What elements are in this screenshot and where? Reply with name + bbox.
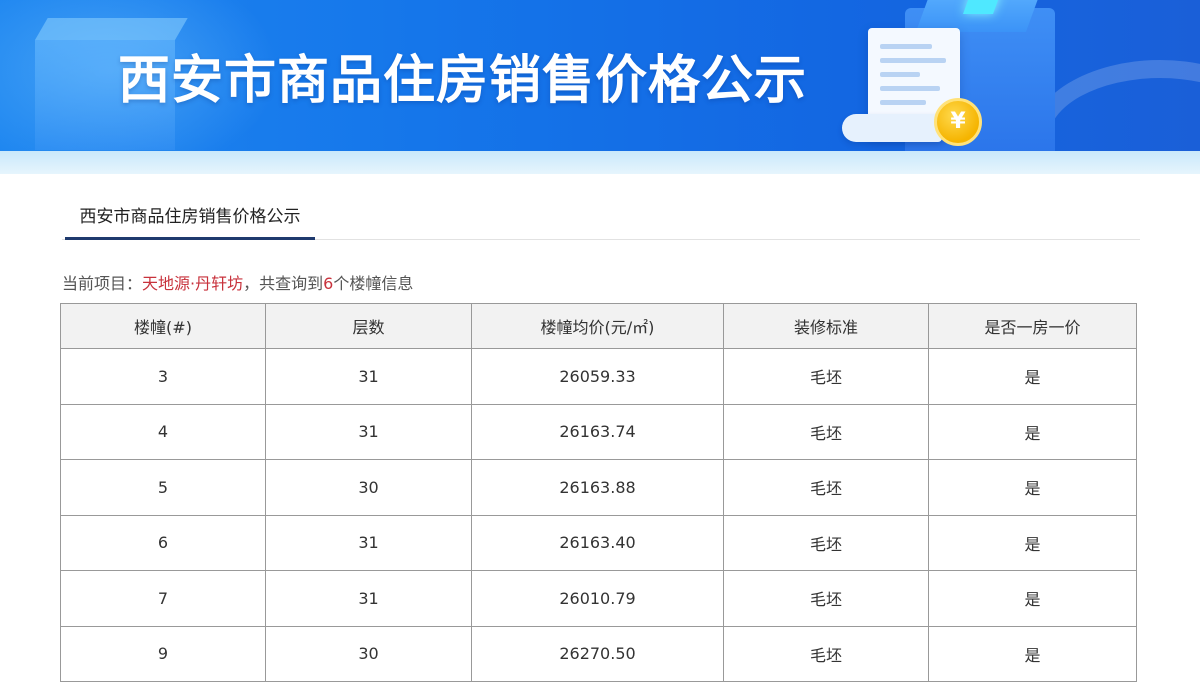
table-row: 7 31 26010.79 毛坯 是 <box>60 570 1137 627</box>
banner-cube-top <box>35 18 188 40</box>
table-row: 4 31 26163.74 毛坯 是 <box>60 403 1137 460</box>
summary-prefix: 当前项目： <box>62 274 143 293</box>
tab-bar: 西安市商品住房销售价格公示 <box>62 196 1140 240</box>
cell-avg-price: 26163.74 <box>471 403 724 460</box>
table-row: 6 31 26163.40 毛坯 是 <box>60 514 1137 571</box>
project-name: 天地源·丹轩坊 <box>142 274 244 293</box>
column-header-avg-price: 楼幢均价(元/㎡) <box>471 303 724 349</box>
cell-floors: 31 <box>265 403 472 460</box>
yuan-coin-icon: ¥ <box>934 98 982 146</box>
cell-one-price: 是 <box>928 348 1137 405</box>
banner-bottom-band <box>0 151 1200 174</box>
cell-avg-price: 26010.79 <box>471 570 724 627</box>
cell-floors: 30 <box>265 625 472 682</box>
cell-decoration: 毛坯 <box>723 625 929 682</box>
cell-building: 9 <box>60 625 266 682</box>
cell-decoration: 毛坯 <box>723 570 929 627</box>
table-row: 3 31 26059.33 毛坯 是 <box>60 348 1137 405</box>
cell-one-price: 是 <box>928 514 1137 571</box>
column-header-decoration: 装修标准 <box>723 303 929 349</box>
cell-one-price: 是 <box>928 459 1137 516</box>
cell-building: 7 <box>60 570 266 627</box>
cell-one-price: 是 <box>928 403 1137 460</box>
cell-floors: 31 <box>265 348 472 405</box>
cell-avg-price: 26163.88 <box>471 459 724 516</box>
cell-one-price: 是 <box>928 625 1137 682</box>
result-count: 6 <box>323 274 334 293</box>
cell-decoration: 毛坯 <box>723 403 929 460</box>
column-header-one-price: 是否一房一价 <box>928 303 1137 349</box>
cell-building: 5 <box>60 459 266 516</box>
cell-floors: 31 <box>265 514 472 571</box>
cell-building: 6 <box>60 514 266 571</box>
cell-avg-price: 26059.33 <box>471 348 724 405</box>
building-price-table: 楼幢(#) 层数 楼幢均价(元/㎡) 装修标准 是否一房一价 3 31 2605… <box>60 303 1137 682</box>
scroll-icon <box>842 114 942 142</box>
cell-building: 3 <box>60 348 266 405</box>
table-row: 5 30 26163.88 毛坯 是 <box>60 459 1137 516</box>
column-header-floors: 层数 <box>265 303 472 349</box>
cell-decoration: 毛坯 <box>723 514 929 571</box>
tab-price-announcement[interactable]: 西安市商品住房销售价格公示 <box>65 196 315 240</box>
summary-middle: ，共查询到 <box>243 274 324 293</box>
cell-avg-price: 26270.50 <box>471 625 724 682</box>
cell-decoration: 毛坯 <box>723 459 929 516</box>
header-banner: ¥ 西安市商品住房销售价格公示 <box>0 0 1200 174</box>
cell-one-price: 是 <box>928 570 1137 627</box>
cell-floors: 31 <box>265 570 472 627</box>
table-header-row: 楼幢(#) 层数 楼幢均价(元/㎡) 装修标准 是否一房一价 <box>60 303 1137 349</box>
cell-decoration: 毛坯 <box>723 348 929 405</box>
page-title: 西安市商品住房销售价格公示 <box>118 51 808 111</box>
summary-suffix: 个楼幢信息 <box>333 274 414 293</box>
column-header-building: 楼幢(#) <box>60 303 266 349</box>
table-row: 9 30 26270.50 毛坯 是 <box>60 625 1137 682</box>
query-summary: 当前项目：天地源·丹轩坊，共查询到6个楼幢信息 <box>62 270 413 294</box>
cell-floors: 30 <box>265 459 472 516</box>
cell-building: 4 <box>60 403 266 460</box>
cell-avg-price: 26163.40 <box>471 514 724 571</box>
